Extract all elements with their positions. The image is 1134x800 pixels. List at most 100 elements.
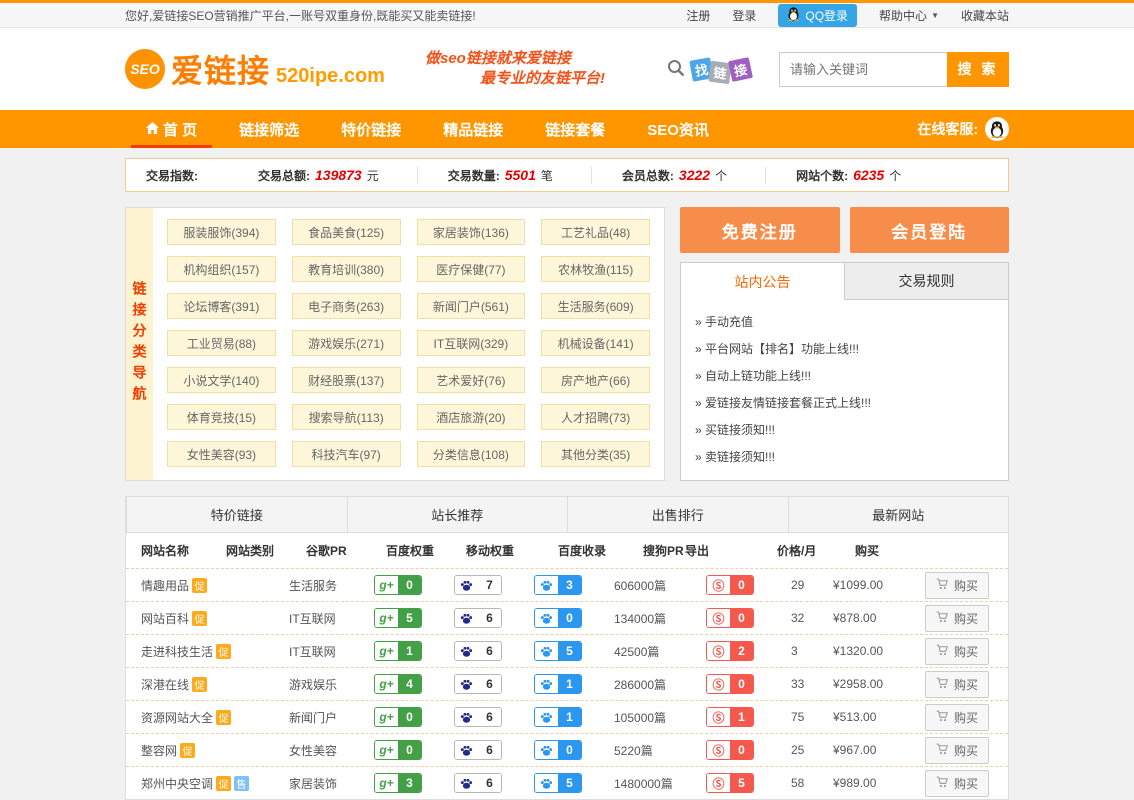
category-button[interactable]: 房产地产(66): [541, 367, 650, 393]
site-name-link[interactable]: 整容网: [141, 742, 177, 759]
notice-item[interactable]: » 买链接须知!!!: [695, 417, 994, 444]
category-button[interactable]: 工业贸易(88): [167, 330, 276, 356]
table-row: 网站百科 促 IT互联网 g+5 6 0 134000篇 Ⓢ0 32 ¥878.…: [126, 601, 1008, 634]
find-link-logo: 找 链 接: [691, 59, 751, 80]
table-tab[interactable]: 出售排行: [567, 496, 788, 533]
nav-item[interactable]: 链接筛选: [218, 110, 320, 148]
category-button[interactable]: 电子商务(263): [292, 293, 401, 319]
nav-item[interactable]: 特价链接: [320, 110, 422, 148]
site-name-link[interactable]: 网站百科: [141, 610, 189, 627]
table-tab[interactable]: 最新网站: [788, 496, 1009, 533]
member-login-button[interactable]: 会员登陆: [850, 207, 1010, 253]
notice-item[interactable]: » 卖链接须知!!!: [695, 444, 994, 471]
nav-item-home[interactable]: 首 页: [125, 110, 218, 148]
table-tab[interactable]: 站长推荐: [347, 496, 568, 533]
cart-icon: [936, 776, 949, 791]
sogou-pr-badge: Ⓢ1: [706, 707, 754, 727]
category-button[interactable]: 财经股票(137): [292, 367, 401, 393]
site-name-link[interactable]: 走进科技生活: [141, 643, 213, 660]
category-button[interactable]: 服装服饰(394): [167, 219, 276, 245]
category-button[interactable]: 食品美食(125): [292, 219, 401, 245]
buy-button[interactable]: 购买: [925, 737, 989, 764]
stat-unit: 个: [889, 167, 901, 184]
category-button[interactable]: 小说文学(140): [167, 367, 276, 393]
buy-button[interactable]: 购买: [925, 605, 989, 632]
category-button[interactable]: 机械设备(141): [541, 330, 650, 356]
search-input[interactable]: [779, 52, 947, 87]
notice-item[interactable]: » 平台网站【排名】功能上线!!!: [695, 336, 994, 363]
login-link[interactable]: 登录: [732, 7, 756, 24]
category-button[interactable]: 工艺礼品(48): [541, 219, 650, 245]
table-row: 情趣用品 促 生活服务 g+0 7 3 606000篇 Ⓢ0 29 ¥1099.…: [126, 568, 1008, 601]
buy-button[interactable]: 购买: [925, 704, 989, 731]
out-links-value: 75: [791, 710, 833, 724]
page-content: 交易指数: 交易总额: 139873 元 交易数量: 5501 笔 会员总数: …: [125, 148, 1009, 800]
site-name-link[interactable]: 情趣用品: [141, 577, 189, 594]
buy-button[interactable]: 购买: [925, 638, 989, 665]
tab-trade-rules[interactable]: 交易规则: [844, 263, 1008, 300]
site-name-link[interactable]: 郑州中央空调: [141, 775, 213, 792]
site-category: 家居装饰: [289, 775, 374, 792]
category-button[interactable]: 家居装饰(136): [417, 219, 526, 245]
category-button[interactable]: 女性美容(93): [167, 441, 276, 467]
notice-item[interactable]: » 手动充值: [695, 309, 994, 336]
favorite-link[interactable]: 收藏本站: [961, 7, 1009, 24]
category-button[interactable]: 论坛博客(391): [167, 293, 276, 319]
sogou-pr-badge: Ⓢ2: [706, 641, 754, 661]
sogou-pr-badge: Ⓢ0: [706, 608, 754, 628]
category-button[interactable]: 艺术爱好(76): [417, 367, 526, 393]
qq-service-icon[interactable]: [985, 117, 1009, 141]
search-icon: [667, 59, 685, 80]
register-link[interactable]: 注册: [686, 7, 710, 24]
tab-site-notice[interactable]: 站内公告: [681, 263, 844, 300]
category-button[interactable]: 人才招聘(73): [541, 404, 650, 430]
baidu-paw-icon: [455, 675, 478, 693]
promo-badge: 促: [180, 743, 195, 758]
category-button[interactable]: 科技汽车(97): [292, 441, 401, 467]
nav-item[interactable]: 链接套餐: [524, 110, 626, 148]
notice-item[interactable]: » 爱链接友情链接套餐正式上线!!!: [695, 390, 994, 417]
nav-item[interactable]: 精品链接: [422, 110, 524, 148]
category-button[interactable]: 医疗保健(77): [417, 256, 526, 282]
sogou-pr-badge: Ⓢ0: [706, 575, 754, 595]
category-button[interactable]: IT互联网(329): [417, 330, 526, 356]
mobile-weight-value: 0: [558, 609, 581, 627]
price-value: ¥2958.00: [833, 677, 925, 691]
out-links-value: 3: [791, 644, 833, 658]
category-button[interactable]: 机构组织(157): [167, 256, 276, 282]
baidu-weight-value: 6: [478, 609, 501, 627]
site-name-link[interactable]: 深港在线: [141, 676, 189, 693]
nav-item[interactable]: SEO资讯: [626, 110, 730, 148]
search-button[interactable]: 搜 索: [947, 52, 1009, 87]
site-logo[interactable]: SEO 爱链接 520ipe.com: [125, 46, 385, 92]
logo-domain: 520ipe.com: [276, 65, 385, 88]
table-tab[interactable]: 特价链接: [126, 496, 347, 533]
notice-item[interactable]: » 自动上链功能上线!!!: [695, 363, 994, 390]
google-icon: g+: [375, 576, 398, 594]
category-button[interactable]: 游戏娱乐(271): [292, 330, 401, 356]
mobile-weight-value: 5: [558, 642, 581, 660]
buy-button[interactable]: 购买: [925, 572, 989, 599]
stat-label: 交易数量:: [448, 167, 500, 184]
free-register-button[interactable]: 免费注册: [680, 207, 840, 253]
mobile-weight-value: 1: [558, 708, 581, 726]
category-button[interactable]: 教育培训(380): [292, 256, 401, 282]
google-pr-value: 4: [398, 675, 421, 693]
qq-login-button[interactable]: QQ登录: [778, 4, 857, 27]
category-button[interactable]: 酒店旅游(20): [417, 404, 526, 430]
category-button[interactable]: 搜索导航(113): [292, 404, 401, 430]
category-button[interactable]: 新闻门户(561): [417, 293, 526, 319]
buy-button[interactable]: 购买: [925, 770, 989, 797]
help-center-menu[interactable]: 帮助中心 ▼: [879, 7, 939, 24]
buy-button[interactable]: 购买: [925, 671, 989, 698]
category-button[interactable]: 其他分类(35): [541, 441, 650, 467]
category-button[interactable]: 体育竞技(15): [167, 404, 276, 430]
site-name-link[interactable]: 资源网站大全: [141, 709, 213, 726]
category-button[interactable]: 分类信息(108): [417, 441, 526, 467]
category-sidebar: 链接分类导航: [126, 208, 153, 480]
category-button[interactable]: 农林牧渔(115): [541, 256, 650, 282]
category-button[interactable]: 生活服务(609): [541, 293, 650, 319]
sogou-icon: Ⓢ: [707, 675, 730, 693]
google-icon: g+: [375, 609, 398, 627]
price-value: ¥1320.00: [833, 644, 925, 658]
